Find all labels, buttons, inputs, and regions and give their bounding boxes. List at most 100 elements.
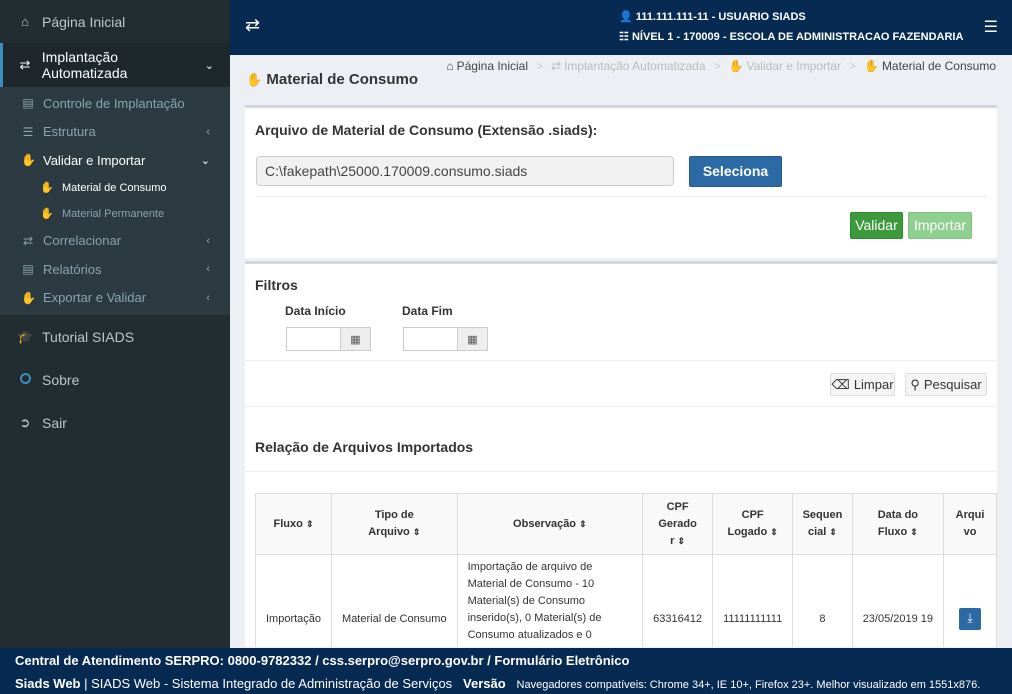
importar-button[interactable]: Importar (908, 212, 972, 239)
sidebar-item-controle[interactable]: ▤ Controle de Implantação (0, 89, 230, 118)
search-icon: ⚲ (910, 376, 920, 392)
sidebar-item-estrutura[interactable]: ☰ Estrutura ‹ (0, 118, 230, 147)
footer: Central de Atendimento SERPRO: 0800-9782… (0, 648, 1012, 694)
sidebar-item-label: Material Permanente (62, 207, 165, 220)
chevron-left-icon: ‹ (206, 291, 210, 304)
sort-icon: ⇕ (579, 518, 587, 529)
divider (256, 196, 988, 197)
sidebar-item-implantacao[interactable]: ⇄ Implantação Automatizada ⌄ (0, 43, 230, 87)
cell-data: 23/05/2019 19 (851, 554, 945, 647)
sidebar-toggle-icon[interactable]: ⇄ (245, 15, 260, 36)
exchange-icon: ⇄ (19, 57, 31, 72)
sitemap-icon: ☷ (619, 31, 629, 43)
sidebar-item-tutorial[interactable]: 🎓 Tutorial SIADS (0, 315, 230, 358)
col-observacao[interactable]: Observação ⇕ (456, 493, 644, 555)
sidebar-item-home[interactable]: ⌂ Página Inicial (0, 0, 230, 43)
breadcrumb-implantacao[interactable]: Implantação Automatizada (564, 59, 705, 73)
sidebar-item-label: Tutorial SIADS (42, 328, 135, 345)
calendar-icon[interactable]: ▦ (457, 328, 487, 350)
hand-icon: ✋ (21, 290, 36, 305)
home-icon: ⌂ (446, 59, 454, 73)
sidebar: ⌂ Página Inicial ⇄ Implantação Automatiz… (0, 0, 230, 648)
sort-icon: ⇕ (910, 527, 918, 537)
sidebar-item-relatorios[interactable]: ▤ Relatórios ‹ (0, 255, 230, 284)
col-tipo[interactable]: Tipo de Arquivo ⇕ (331, 493, 458, 555)
col-data[interactable]: Data do Fluxo ⇕ (851, 493, 945, 555)
footer-versao: Versão (463, 676, 506, 691)
footer-compat: Navegadores compatíveis: Chrome 34+, IE … (516, 679, 981, 691)
upload-title: Arquivo de Material de Consumo (Extensão… (255, 122, 598, 138)
sidebar-item-sobre[interactable]: Sobre (0, 358, 230, 401)
cell-cpf-gerador: 63316412 (642, 554, 714, 647)
breadcrumb-validar[interactable]: Validar e Importar (746, 59, 840, 73)
hand-icon: ✋ (40, 208, 54, 220)
breadcrumb-home[interactable]: Página Inicial (457, 59, 528, 73)
hand-icon: ✋ (863, 59, 879, 73)
breadcrumb-current: Material de Consumo (881, 59, 996, 73)
sidebar-item-label: Correlacionar (43, 233, 122, 249)
sidebar-item-label: Validar e Importar (43, 152, 146, 168)
sidebar-item-validar[interactable]: ✋ Validar e Importar ⌄ (0, 146, 230, 175)
col-cpf-logado[interactable]: CPF Logado ⇕ (712, 493, 794, 555)
divider (245, 471, 997, 472)
col-cpf-gerador[interactable]: CPF Gerado r ⇕ (642, 493, 714, 555)
hand-icon: ✋ (21, 153, 36, 168)
sidebar-item-label: Relatórios (43, 261, 102, 277)
hand-icon: ✋ (40, 182, 54, 194)
chevron-down-icon: ⌄ (200, 154, 210, 167)
cell-observacao: Importação de arquivo de Material de Con… (456, 554, 644, 647)
cell-arquivo: ⤓ (943, 554, 997, 647)
col-fluxo[interactable]: Fluxo ⇕ (254, 493, 333, 555)
select-file-button[interactable]: Seleciona (689, 156, 782, 187)
sort-icon: ⇕ (677, 535, 686, 546)
exchange-icon: ⇄ (551, 59, 562, 73)
files-title: Relação de Arquivos Importados (255, 439, 474, 455)
eraser-icon: ⌫ (831, 376, 850, 392)
page-title: ✋ Material de Consumo (246, 71, 418, 88)
sidebar-submenu: ▤ Controle de Implantação ☰ Estrutura ‹ … (0, 87, 230, 315)
sidebar-item-label: Sobre (42, 371, 80, 388)
end-date-input[interactable]: ▦ (403, 327, 488, 351)
start-date-input[interactable]: ▦ (286, 327, 371, 351)
sidebar-item-label: Estrutura (43, 124, 96, 140)
level-info: ☷ NÍVEL 1 - 170009 - ESCOLA DE ADMINISTR… (619, 30, 963, 43)
graduation-cap-icon: 🎓 (17, 328, 34, 344)
level-text: NÍVEL 1 - 170009 - ESCOLA DE ADMINISTRAC… (631, 31, 964, 43)
sidebar-item-sair[interactable]: ➲ Sair (0, 401, 230, 444)
table-row: Importação Material de Consumo Importaçã… (254, 554, 997, 647)
filters-box: Filtros Data Início Data Fim ▦ ▦ ⌫ Limpa… (245, 261, 997, 647)
col-arquivo: Arqui vo (943, 493, 997, 555)
page-title-text: Material de Consumo (266, 71, 419, 88)
download-icon[interactable]: ⤓ (959, 607, 982, 630)
hand-icon: ✋ (728, 59, 744, 73)
file-path-input[interactable]: C:\fakepath\25000.170009.consumo.siads (256, 156, 674, 186)
col-sequencial[interactable]: Sequen cial ⇕ (792, 493, 853, 555)
list-icon: ▤ (22, 262, 34, 277)
menu-icon[interactable]: ☰ (984, 17, 998, 37)
clear-button[interactable]: ⌫ Limpar (830, 373, 895, 396)
start-date-label: Data Início (285, 304, 346, 318)
sidebar-item-consumo[interactable]: ✋ Material de Consumo (0, 175, 230, 201)
sort-icon: ⇕ (829, 527, 837, 537)
breadcrumb: ⌂ Página Inicial > ⇄ Implantação Automat… (446, 59, 996, 73)
chevron-left-icon: ‹ (206, 263, 210, 276)
divider (245, 406, 997, 407)
top-navbar: ⇄ 👤 111.111.111-11 - USUARIO SIADS ☷ NÍV… (230, 0, 1012, 55)
end-date-field[interactable] (404, 328, 457, 350)
end-date-label: Data Fim (402, 304, 453, 318)
sort-icon: ⇕ (770, 527, 778, 537)
start-date-field[interactable] (287, 328, 340, 350)
sidebar-item-label: Controle de Implantação (43, 95, 185, 111)
search-label: Pesquisar (923, 377, 982, 392)
footer-info: Siads Web | SIADS Web - Sistema Integrad… (15, 676, 980, 691)
sidebar-item-exportar[interactable]: ✋ Exportar e Validar ‹ (0, 284, 230, 313)
sidebar-item-correlacionar[interactable]: ⇄ Correlacionar ‹ (0, 227, 230, 256)
breadcrumb-separator: > (713, 59, 721, 73)
imported-files-table: Fluxo ⇕ Tipo de Arquivo ⇕ Observação ⇕ CP… (254, 493, 997, 647)
footer-desc: | SIADS Web - Sistema Integrado de Admin… (84, 676, 453, 691)
validar-button[interactable]: Validar (850, 212, 903, 239)
search-button[interactable]: ⚲ Pesquisar (905, 373, 987, 396)
sidebar-item-permanente[interactable]: ✋ Material Permanente (0, 201, 230, 227)
cell-cpf-logado: 11111111111 (712, 554, 794, 647)
calendar-icon[interactable]: ▦ (340, 328, 370, 350)
